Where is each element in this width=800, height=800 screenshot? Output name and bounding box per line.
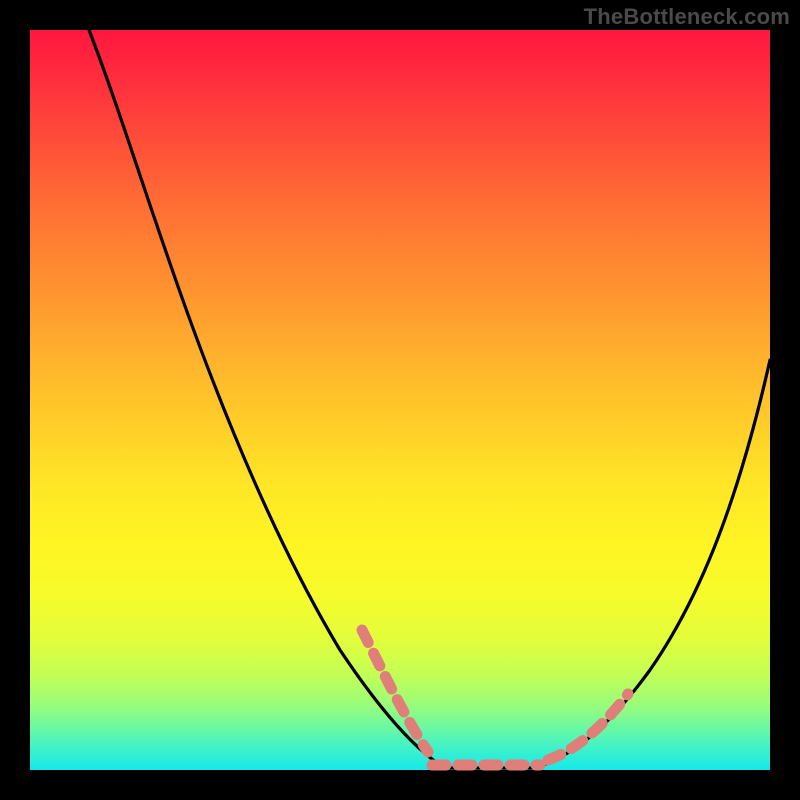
curve-left-arm	[89, 30, 445, 768]
chart-stage: TheBottleneck.com	[0, 0, 800, 800]
curve-layer	[30, 30, 770, 770]
curve-right-arm	[535, 360, 770, 768]
dotted-left-overlay	[362, 630, 428, 752]
dotted-right-overlay	[548, 694, 628, 760]
plot-area	[30, 30, 770, 770]
watermark-text: TheBottleneck.com	[584, 4, 790, 30]
